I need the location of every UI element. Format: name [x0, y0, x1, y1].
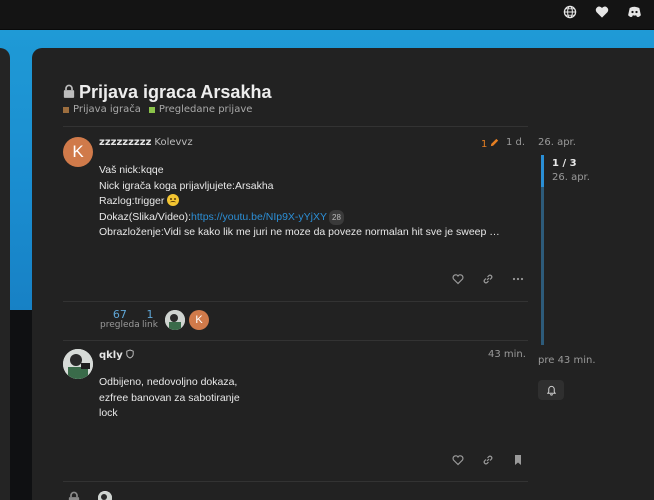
views-count: 67	[112, 308, 127, 321]
username[interactable]: qkly	[99, 350, 123, 361]
share-link-button[interactable]	[482, 451, 494, 470]
main-panel	[32, 48, 654, 500]
links-count: 1	[146, 308, 154, 321]
category-badge[interactable]: Pregledane prijave	[148, 104, 253, 115]
views-stat: 67 pregleda	[100, 309, 140, 331]
post-line: Dokaz(Slika/Video):https://youtu.be/NIp9…	[99, 209, 500, 225]
participant-avatar[interactable]: K	[189, 310, 209, 330]
links-label: link	[142, 320, 158, 330]
more-options-button[interactable]	[512, 270, 524, 289]
page-title[interactable]: Prijava igraca Arsakha	[79, 82, 271, 103]
post-line: Nick igrača koga prijavljujete:Arsakha	[99, 179, 274, 192]
left-panel	[0, 48, 10, 500]
small-avatar[interactable]	[98, 491, 112, 500]
click-count-badge: 28	[329, 209, 344, 225]
pencil-icon	[489, 137, 500, 151]
post-line: Obrazloženje:Vidi se kako lik me juri ne…	[99, 226, 500, 238]
bell-icon	[546, 381, 557, 400]
share-link-button[interactable]	[482, 270, 494, 289]
timeline-scroll-handle[interactable]	[541, 155, 544, 187]
top-bar	[0, 0, 654, 30]
divider	[63, 481, 528, 482]
post-date[interactable]: 43 min.	[488, 349, 526, 360]
avatar[interactable]	[63, 349, 93, 379]
edit-count: 1	[481, 138, 488, 150]
edit-history[interactable]: 1	[481, 137, 500, 151]
divider	[63, 126, 528, 127]
category-color-square	[148, 106, 155, 113]
post-author[interactable]: qkly	[99, 349, 134, 362]
post-actions	[452, 451, 524, 470]
topic-header: Prijava igraca Arsakha	[63, 82, 271, 103]
timeline-end-date[interactable]: pre 43 min.	[538, 355, 596, 366]
avatar[interactable]: K	[63, 137, 93, 167]
post-line: ezfree banovan za sabotiranje	[99, 391, 240, 404]
category-color-square	[63, 106, 69, 113]
username[interactable]: zzzzzzzzz	[99, 137, 151, 148]
video-link[interactable]: https://youtu.be/NIp9X-yYjXY	[191, 211, 327, 223]
lock-icon	[68, 490, 80, 500]
category-list: Prijava igrača Pregledane prijave	[63, 104, 252, 115]
like-button[interactable]	[452, 270, 464, 289]
avatar-letter: K	[72, 142, 84, 161]
views-label: pregleda	[100, 320, 140, 330]
category-label: Pregledane prijave	[158, 104, 253, 115]
post-line: Odbijeno, nedovoljno dokaza,	[99, 376, 238, 388]
post-line: Vaš nick:kqqe	[99, 164, 164, 176]
category-badge[interactable]: Prijava igrača	[63, 104, 141, 115]
bookmark-button[interactable]	[512, 451, 524, 470]
divider	[63, 340, 528, 341]
discord-icon[interactable]	[626, 4, 646, 24]
lock-icon	[63, 83, 75, 102]
post-author[interactable]: zzzzzzzzz Kolevvz	[99, 137, 193, 148]
sad-face-icon	[167, 194, 180, 206]
full-name[interactable]: Kolevvz	[154, 137, 192, 148]
post-body: Odbijeno, nedovoljno dokaza, ezfree bano…	[99, 375, 240, 422]
moderator-shield-icon	[126, 349, 134, 362]
links-stat[interactable]: 1 link	[142, 309, 158, 331]
post-actions	[452, 270, 524, 289]
participant-avatar[interactable]	[165, 310, 185, 330]
globe-icon[interactable]	[562, 4, 582, 24]
timeline-start-date[interactable]: 26. apr.	[538, 137, 576, 148]
notifications-button[interactable]	[538, 380, 564, 400]
category-label: Prijava igrača	[73, 104, 141, 115]
post-line-text: Razlog:trigger	[99, 195, 165, 207]
post-body: Vaš nick:kqqe Nick igrača koga prijavlju…	[99, 163, 500, 241]
timeline-position-date: 26. apr.	[552, 172, 590, 183]
post-line-text: Dokaz(Slika/Video):	[99, 210, 192, 223]
like-button[interactable]	[452, 451, 464, 470]
timeline-position: 1 / 3	[552, 158, 577, 169]
post-line: lock	[99, 407, 118, 419]
avatar-letter: K	[195, 314, 203, 326]
heart-icon[interactable]	[594, 4, 614, 24]
post-line: Razlog:trigger	[99, 194, 500, 210]
post-date[interactable]: 1 d.	[506, 137, 525, 148]
divider	[63, 301, 528, 302]
